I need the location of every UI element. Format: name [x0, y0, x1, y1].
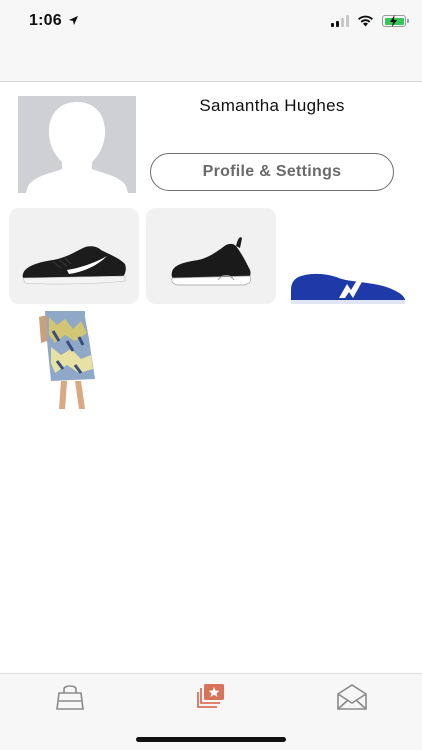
item-tile[interactable] — [283, 208, 413, 304]
person-silhouette-icon — [18, 96, 136, 193]
starred-cards-icon — [197, 684, 224, 708]
tab-shop[interactable] — [53, 682, 87, 712]
profile-settings-button[interactable]: Profile & Settings — [150, 153, 394, 191]
floral-skirt-outfit — [39, 311, 95, 409]
screen: 1:06 Samantha Hughes Profile & Settings — [0, 0, 422, 750]
battery-icon — [382, 15, 409, 27]
status-indicators — [331, 12, 409, 30]
item-tile[interactable] — [146, 208, 276, 304]
item-tile[interactable] — [9, 208, 139, 304]
location-arrow-icon — [68, 15, 79, 26]
blue-new-balance-sneaker — [291, 273, 405, 304]
wifi-icon — [358, 15, 373, 27]
profile-name: Samantha Hughes — [199, 96, 345, 115]
tab-collections[interactable] — [194, 682, 228, 712]
home-indicator[interactable] — [136, 737, 286, 742]
cellular-signal-icon — [331, 15, 349, 27]
status-time: 1:06 — [29, 12, 62, 29]
tab-messages[interactable] — [335, 682, 369, 712]
item-tile[interactable] — [9, 311, 139, 411]
black-white-running-shoe — [22, 246, 126, 285]
envelope-icon — [337, 684, 367, 710]
top-bar: 1:06 — [0, 0, 422, 82]
black-slip-on-sneaker — [171, 237, 252, 286]
shopping-bag-icon — [56, 685, 84, 710]
avatar[interactable] — [18, 96, 136, 193]
